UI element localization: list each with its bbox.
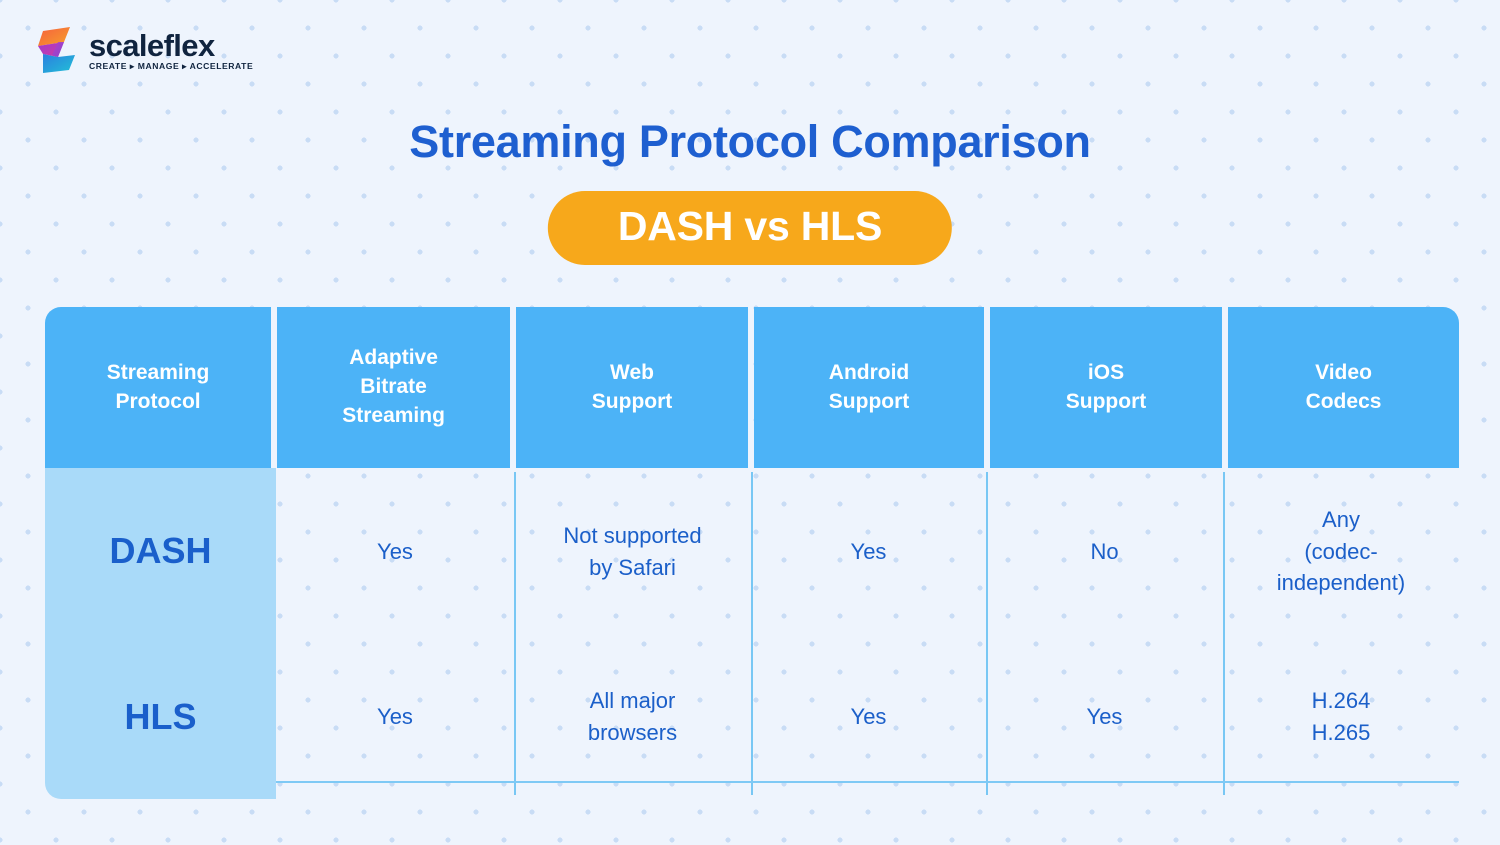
logo-wordmark: scaleflex xyxy=(89,27,215,63)
column-header-web-support: Web Support xyxy=(516,307,749,468)
cell-dash-adaptive-bitrate-streaming: Yes xyxy=(377,538,413,564)
scaleflex-s-logo-icon xyxy=(38,27,75,73)
column-header-video-codecs: Video Codecs xyxy=(1228,307,1459,468)
table-row: DASH Yes Not supported by Safari Yes No … xyxy=(45,468,1459,635)
column-header-ios-support: iOS Support xyxy=(990,307,1222,468)
cell-hls-web-support: All major browsers xyxy=(514,635,751,799)
cell-hls-android-support: Yes xyxy=(751,635,986,799)
logo-tagline: CREATE ▸ MANAGE ▸ ACCELERATE xyxy=(89,60,254,71)
cell-dash-ios-support: No xyxy=(986,468,1223,635)
brand-logo[interactable]: scaleflex CREATE ▸ MANAGE ▸ ACCELERATE xyxy=(34,24,253,76)
cell-protocol-dash: DASH xyxy=(45,468,276,635)
table-header-row: Streaming Protocol Adaptive Bitrate Stre… xyxy=(45,307,1459,468)
cell-dash-android-support: Yes xyxy=(751,468,986,635)
table-row: HLS Yes All major browsers Yes Yes H.264… xyxy=(45,635,1459,799)
cell-hls-video-codecs: H.264 H.265 xyxy=(1223,635,1459,799)
comparison-table: Streaming Protocol Adaptive Bitrate Stre… xyxy=(45,307,1459,799)
cell-dash-web-support: Not supported by Safari xyxy=(514,468,751,635)
column-header-streaming-protocol: Streaming Protocol xyxy=(45,307,272,468)
logo-text: scaleflex CREATE ▸ MANAGE ▸ ACCELERATE xyxy=(89,30,253,71)
cell-hls-ios-support: Yes xyxy=(986,635,1223,799)
cell-dash-video-codecs: Any (codec- independent) xyxy=(1223,468,1459,635)
infographic-page: scaleflex CREATE ▸ MANAGE ▸ ACCELERATE S… xyxy=(0,0,1500,845)
cell-protocol-hls: HLS xyxy=(45,635,276,799)
page-title: Streaming Protocol Comparison xyxy=(409,116,1091,167)
column-header-android-support: Android Support xyxy=(754,307,985,468)
column-header-adaptive-bitrate-streaming: Adaptive Bitrate Streaming xyxy=(277,307,511,468)
cell-hls-adaptive-bitrate-streaming: Yes xyxy=(377,704,413,730)
row-divider xyxy=(276,781,1459,783)
subtitle-badge: DASH vs HLS xyxy=(547,191,953,266)
